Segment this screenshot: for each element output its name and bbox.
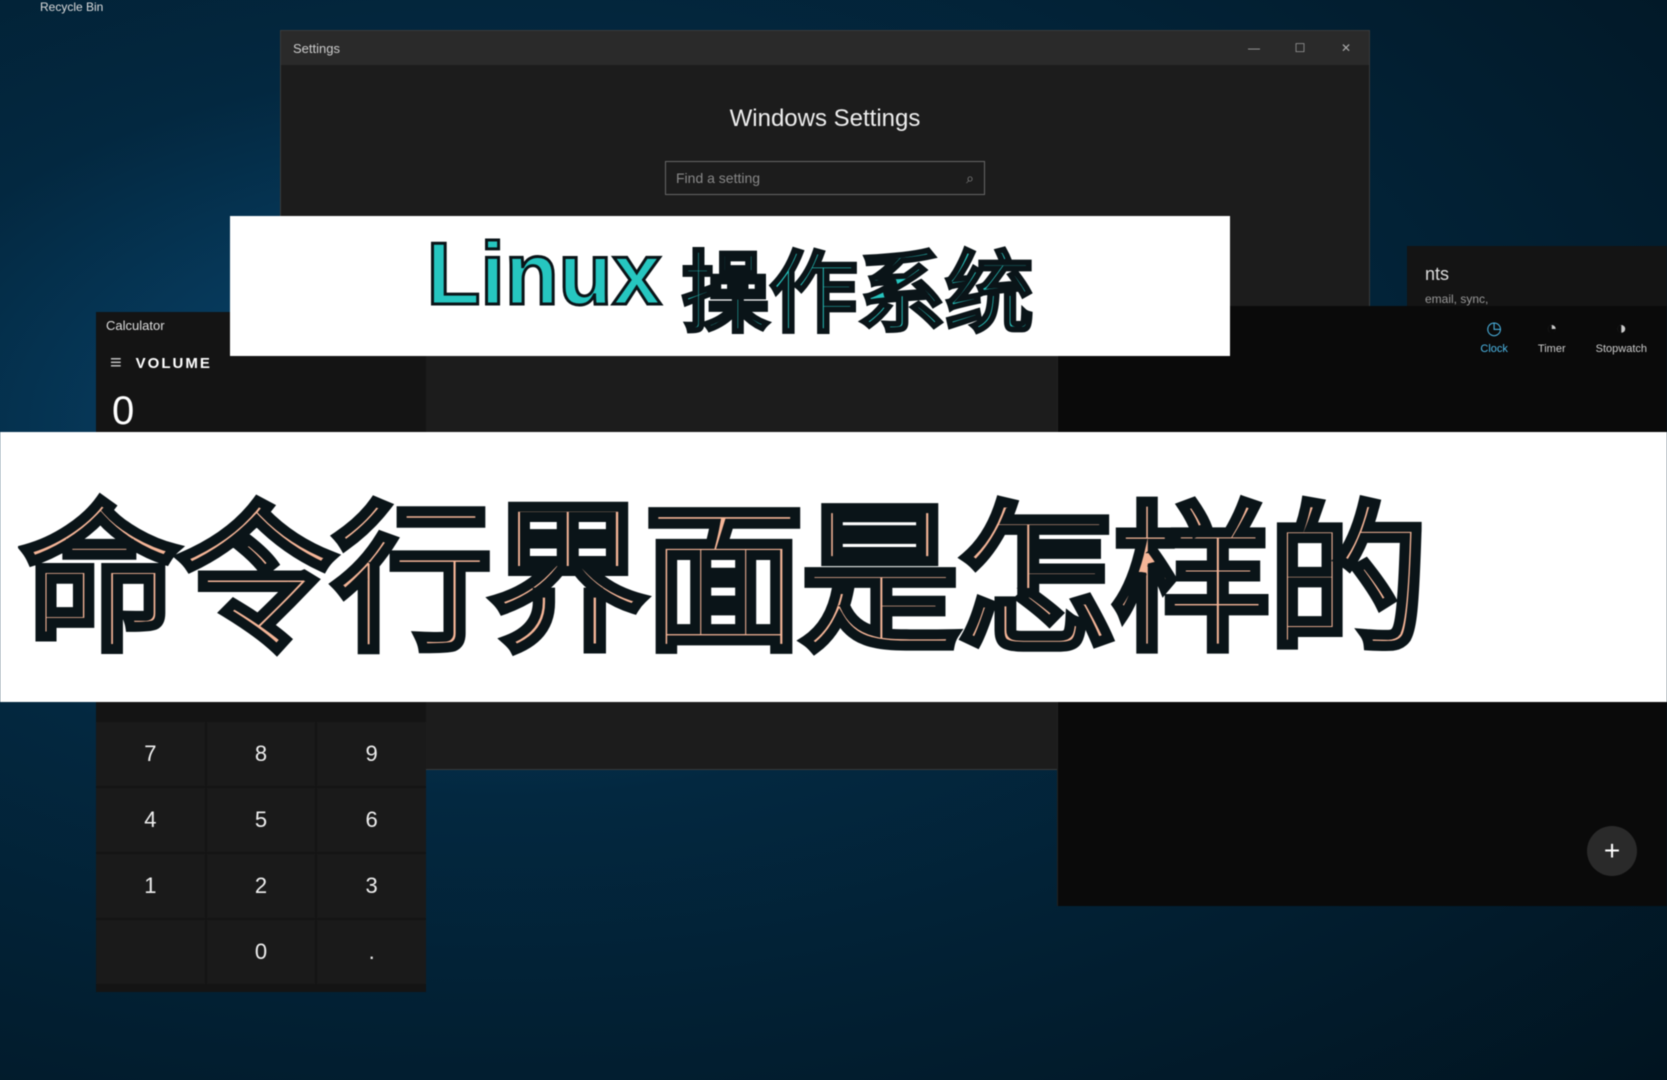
settings-titlebar[interactable]: Settings — ☐ ✕ [281,31,1369,65]
title-linux: Linux [427,223,662,350]
hamburger-icon[interactable]: ≡ [110,352,122,375]
tab-world-clock[interactable]: ◷ Clock [1480,318,1508,355]
tab-timer[interactable]: ◔ Timer [1538,318,1566,355]
minimize-button[interactable]: — [1231,31,1277,65]
calculator-keypad: 7 8 9 4 5 6 1 2 3 0 . [96,722,426,984]
title-line-1: Linux 操作系统 [427,223,1034,350]
title-bar-2: 命令行界面是怎样的 [0,432,1667,702]
calculator-mode-label: VOLUME [136,355,212,372]
title-bar-1: Linux 操作系统 [230,216,1230,356]
search-icon: ⌕ [966,170,974,187]
settings-search-input[interactable]: Find a setting ⌕ [665,161,985,195]
clock-tab-label: Clock [1480,343,1508,355]
clock-icon: ◷ [1486,318,1502,339]
add-clock-button[interactable]: + [1587,826,1637,876]
key-8[interactable]: 8 [207,722,316,786]
recycle-bin-label: Recycle Bin [40,0,103,14]
key-decimal[interactable]: . [317,920,426,984]
maximize-button[interactable]: ☐ [1277,31,1323,65]
accounts-title: nts [1425,264,1649,285]
window-controls: — ☐ ✕ [1231,31,1369,65]
title-line-2: 命令行界面是怎样的 [20,451,1424,683]
calculator-display: 0 [96,383,426,434]
recycle-bin-icon[interactable]: Recycle Bin [40,0,103,14]
title-os: 操作系统 [681,223,1033,350]
timer-tab-label: Timer [1538,343,1566,355]
key-4[interactable]: 4 [96,788,205,852]
key-5[interactable]: 5 [207,788,316,852]
close-button[interactable]: ✕ [1323,31,1369,65]
key-blank [96,920,205,984]
settings-body: Windows Settings Find a setting ⌕ [281,65,1369,195]
timer-icon: ◔ [1546,318,1557,339]
key-0[interactable]: 0 [207,920,316,984]
tab-stopwatch[interactable]: ◑ Stopwatch [1596,318,1647,355]
settings-title-label: Settings [293,41,340,56]
key-2[interactable]: 2 [207,854,316,918]
key-6[interactable]: 6 [317,788,426,852]
stopwatch-icon: ◑ [1616,318,1627,339]
key-7[interactable]: 7 [96,722,205,786]
stopwatch-tab-label: Stopwatch [1596,343,1647,355]
key-9[interactable]: 9 [317,722,426,786]
key-1[interactable]: 1 [96,854,205,918]
settings-search-placeholder: Find a setting [676,170,760,186]
settings-heading: Windows Settings [281,105,1369,133]
key-3[interactable]: 3 [317,854,426,918]
